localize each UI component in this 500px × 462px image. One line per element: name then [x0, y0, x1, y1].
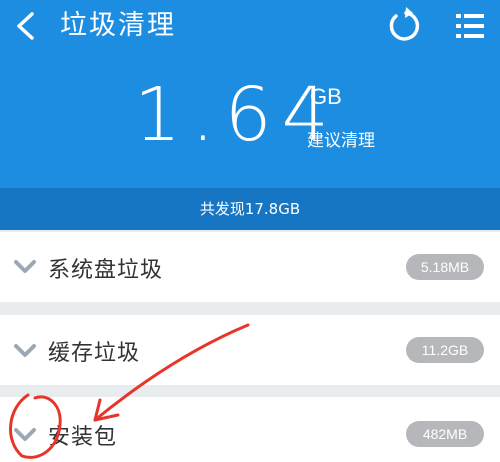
size-badge: 11.2GB — [406, 337, 484, 363]
list-item-install-packages[interactable]: 安装包 482MB — [0, 397, 500, 462]
menu-button[interactable] — [450, 6, 490, 46]
back-button[interactable] — [8, 4, 44, 48]
list-item-cache-junk[interactable]: 缓存垃圾 11.2GB — [0, 315, 500, 385]
chevron-down-icon — [14, 344, 36, 357]
suggestion-label: 建议清理 — [307, 131, 375, 151]
size-badge: 5.18MB — [406, 254, 484, 280]
list-item-label: 系统盘垃圾 — [48, 258, 164, 283]
page-title: 垃圾清理 — [60, 10, 176, 41]
list-item-label: 缓存垃圾 — [48, 341, 141, 366]
chevron-down-icon — [14, 260, 36, 273]
list-item-label: 安装包 — [48, 425, 118, 450]
chevron-left-icon — [17, 12, 34, 40]
size-badge: 482MB — [406, 421, 484, 447]
refresh-icon — [389, 7, 420, 41]
found-total-text: 共发现17.8GB — [199, 200, 301, 218]
chevron-down-icon — [14, 428, 36, 441]
list-item-system-junk[interactable]: 系统盘垃圾 5.18MB — [0, 232, 500, 302]
junk-size-unit: GB — [310, 84, 342, 109]
refresh-button[interactable] — [384, 6, 424, 46]
list-menu-icon — [456, 14, 484, 38]
